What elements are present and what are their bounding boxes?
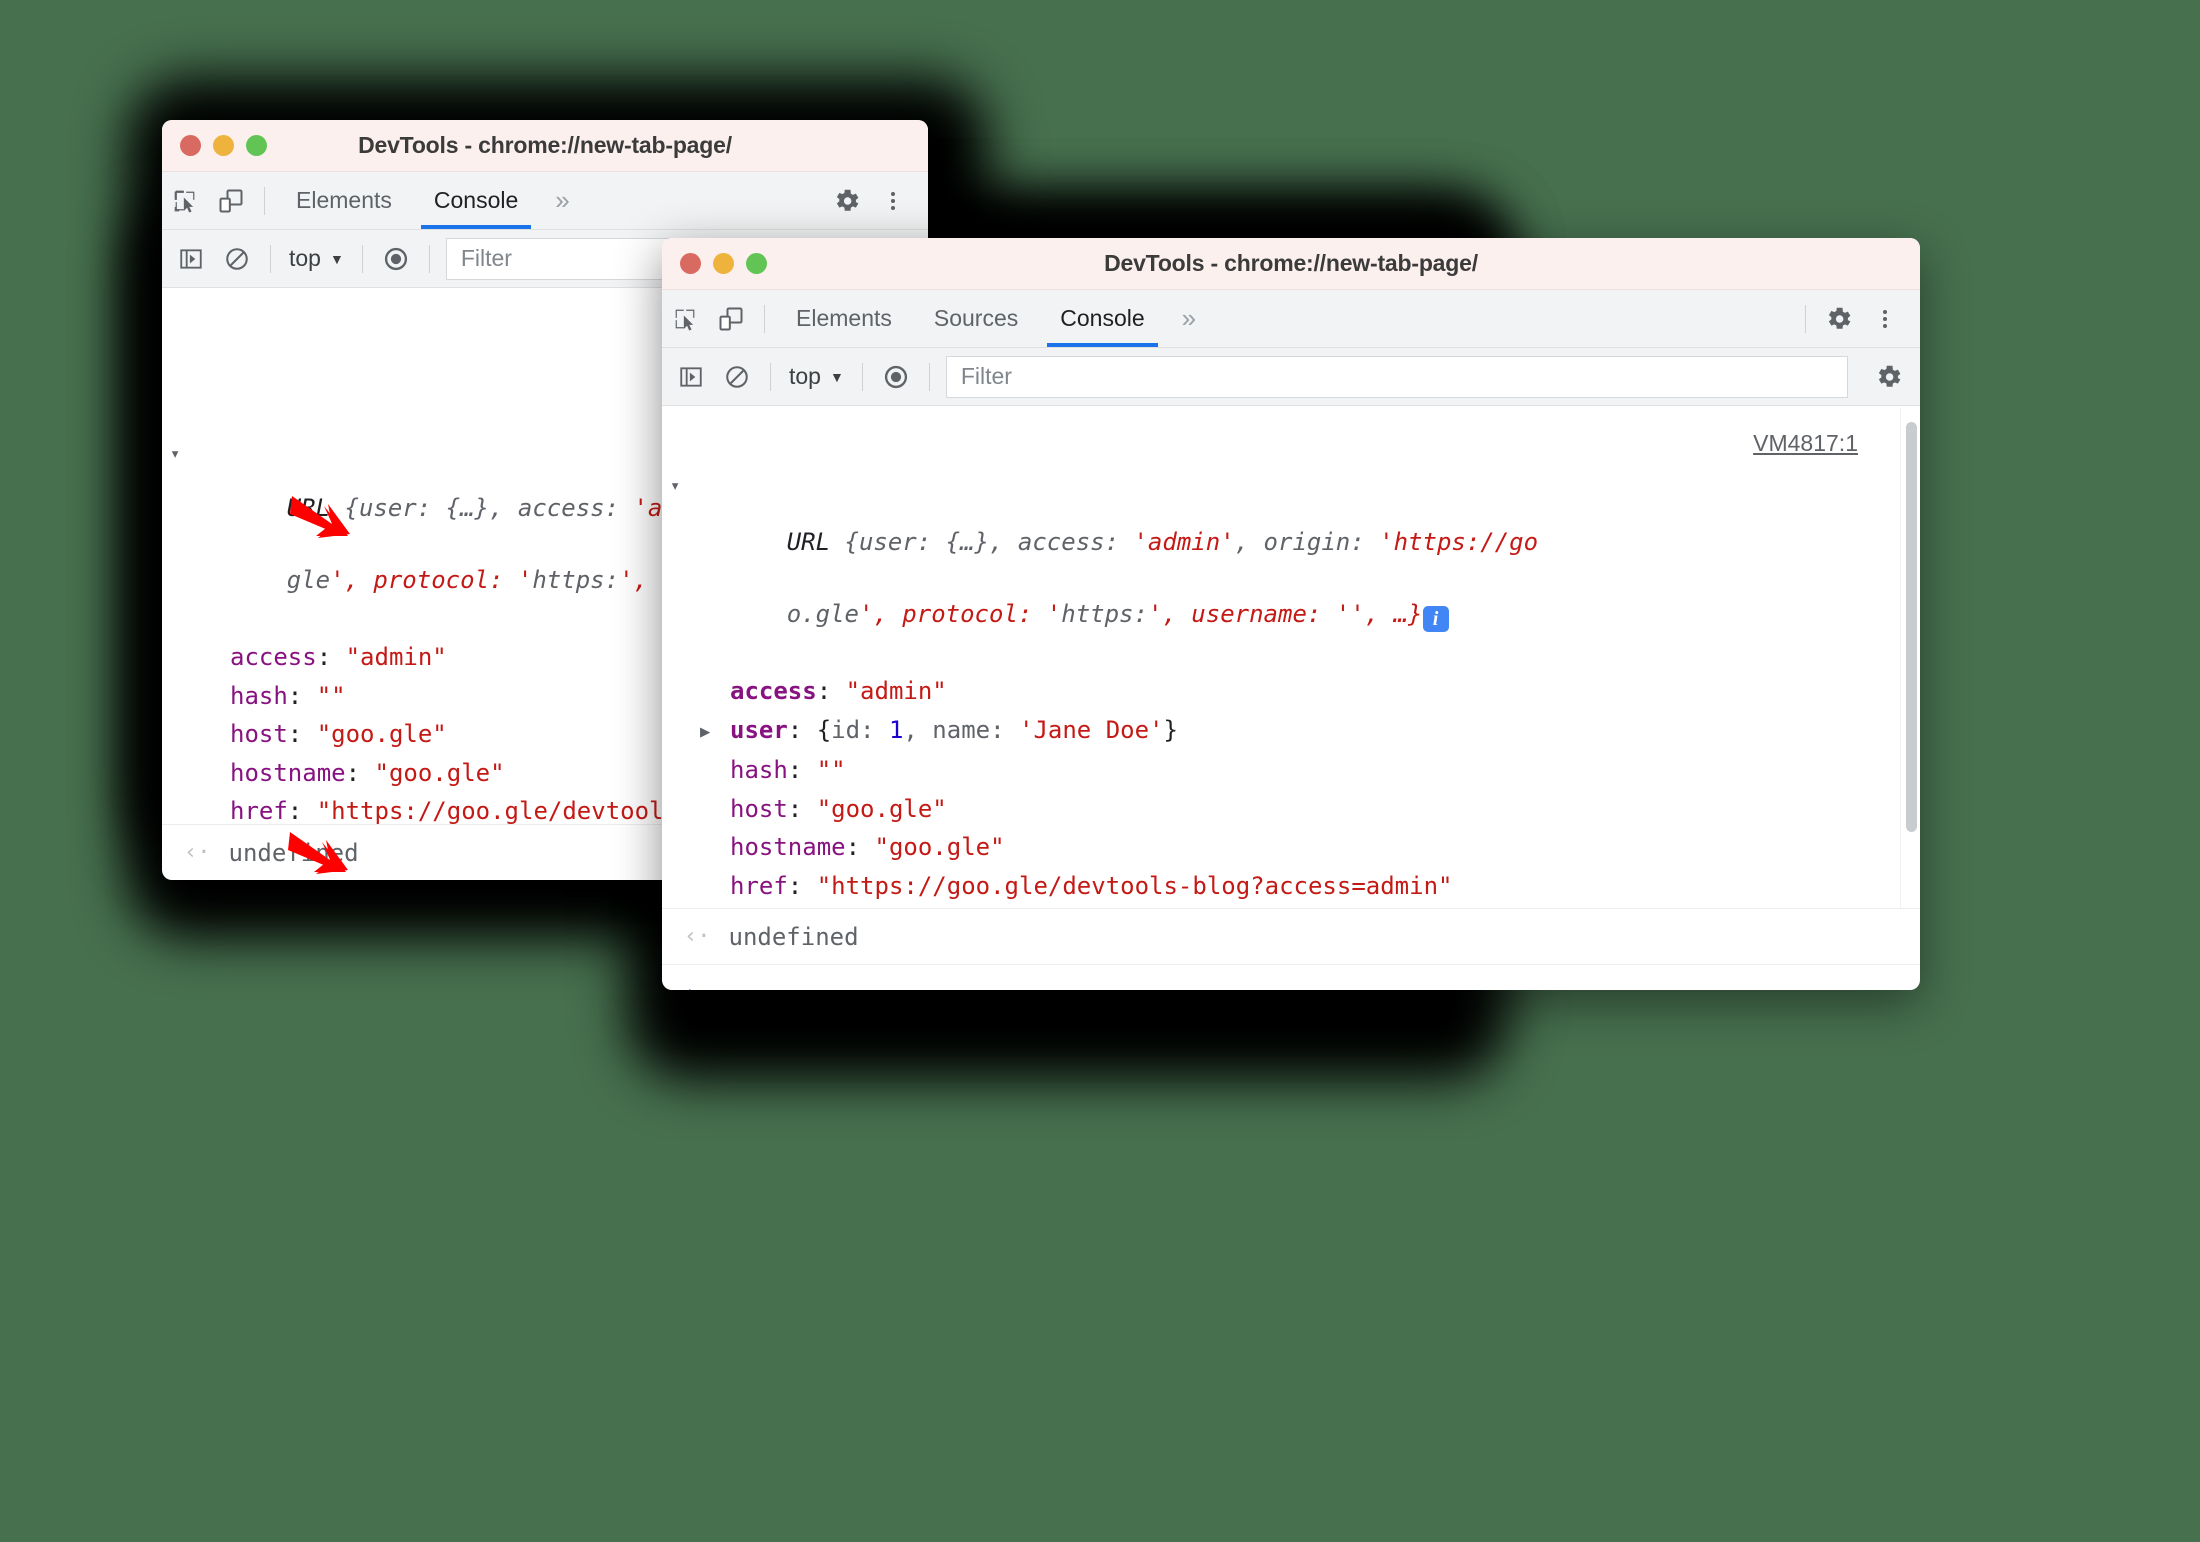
filterbar-divider-2 — [361, 244, 363, 273]
more-tabs-icon[interactable]: » — [1166, 303, 1212, 334]
front-tab-list[interactable]: Elements Sources Console » — [775, 290, 1212, 347]
console-sidebar-icon[interactable] — [668, 354, 714, 400]
property-row: href: "https://goo.gle/devtools-blog?acc… — [730, 871, 1453, 900]
preview-line-2: o.gle', protocol: 'https:', username: ''… — [786, 600, 1423, 628]
maximize-button[interactable] — [746, 253, 767, 274]
back-tabstrip-actions — [824, 178, 928, 224]
front-tabstrip-actions — [1795, 296, 1920, 342]
front-traffic-lights[interactable] — [662, 253, 767, 274]
expand-triangle-icon[interactable]: ▶ — [700, 713, 730, 752]
live-expression-icon[interactable] — [873, 354, 919, 400]
inspect-element-icon[interactable] — [662, 296, 708, 342]
result-arrow-icon: ‹· — [684, 924, 711, 949]
console-sidebar-icon[interactable] — [168, 236, 214, 282]
execution-context-selector[interactable]: top ▼ — [281, 245, 352, 272]
front-scrollbar[interactable] — [1900, 408, 1920, 908]
front-object-preview[interactable]: ▾ URL {user: {…}, access: 'admin', origi… — [662, 452, 1920, 668]
filter-placeholder: Filter — [960, 363, 1012, 389]
result-value: undefined — [728, 922, 859, 951]
tab-label: Console — [1060, 305, 1145, 331]
filter-input[interactable]: Filter — [945, 355, 1848, 398]
filterbar-divider-1 — [770, 362, 771, 391]
live-expression-icon[interactable] — [373, 236, 419, 282]
clear-console-icon[interactable] — [214, 236, 260, 282]
info-icon[interactable]: i — [1422, 606, 1449, 632]
front-window-title: DevTools - chrome://new-tab-page/ — [1104, 250, 1478, 276]
filter-placeholder: Filter — [460, 245, 512, 271]
prompt-caret-icon: › — [684, 979, 700, 991]
red-arrow-user — [288, 832, 348, 874]
devtools-window-after[interactable]: DevTools - chrome://new-tab-page/ Elemen… — [662, 238, 1920, 990]
gear-icon[interactable] — [1816, 296, 1862, 342]
back-tab-list[interactable]: Elements Console » — [275, 172, 586, 229]
red-arrow-access — [290, 496, 350, 538]
inspect-element-icon[interactable] — [162, 178, 208, 224]
device-toolbar-icon[interactable] — [208, 178, 254, 224]
expand-triangle-icon[interactable]: ▾ — [170, 436, 180, 472]
tab-elements[interactable]: Elements — [775, 290, 913, 347]
preview-line-1: URL {user: {…}, access: 'admin', origin:… — [786, 528, 1539, 556]
property-row: access: "admin" — [730, 677, 947, 705]
tab-label: Elements — [796, 305, 892, 331]
tab-elements[interactable]: Elements — [275, 172, 413, 229]
front-titlebar: DevTools - chrome://new-tab-page/ — [662, 238, 1920, 290]
device-toolbar-icon[interactable] — [708, 296, 754, 342]
maximize-button[interactable] — [246, 135, 267, 156]
minimize-button[interactable] — [713, 253, 734, 274]
chevron-down-icon: ▼ — [829, 368, 844, 385]
kebab-menu-icon[interactable] — [1862, 296, 1908, 342]
result-arrow-icon: ‹· — [184, 840, 211, 865]
front-result-row: ‹· undefined — [662, 908, 1920, 964]
toolbar-divider — [764, 304, 765, 333]
front-tabstrip: Elements Sources Console » — [662, 290, 1920, 348]
filterbar-divider-2 — [861, 362, 863, 391]
front-console-filterbar: top ▼ Filter — [662, 348, 1920, 406]
property-row: host: "goo.gle" — [730, 794, 947, 823]
back-window-title: DevTools - chrome://new-tab-page/ — [358, 132, 732, 158]
back-traffic-lights[interactable] — [162, 135, 267, 156]
execution-context-label: top — [789, 363, 821, 389]
toolbar-divider — [264, 186, 265, 215]
tab-label: Console — [433, 187, 519, 213]
gear-icon[interactable] — [824, 178, 870, 224]
close-button[interactable] — [680, 253, 701, 274]
console-settings-icon[interactable] — [1866, 354, 1912, 400]
kebab-menu-icon[interactable] — [870, 178, 916, 224]
expand-triangle-icon[interactable]: ▾ — [670, 468, 680, 504]
minimize-button[interactable] — [213, 135, 234, 156]
property-row[interactable]: ▶ user: {id: 1, name: 'Jane Doe'} — [662, 711, 1920, 752]
tab-console[interactable]: Console — [1039, 290, 1165, 347]
clear-console-icon[interactable] — [714, 354, 760, 400]
chevron-down-icon: ▼ — [329, 250, 344, 267]
actions-divider — [1805, 304, 1806, 333]
front-property-list: access: "admin" ▶ user: {id: 1, name: 'Jan… — [662, 672, 1920, 908]
back-tabstrip: Elements Console » — [162, 172, 928, 230]
close-button[interactable] — [180, 135, 201, 156]
tab-console[interactable]: Console — [413, 172, 539, 229]
filterbar-divider-1 — [270, 244, 271, 273]
filterbar-divider-3 — [928, 362, 930, 391]
property-row: hostname: "goo.gle" — [730, 833, 1005, 861]
more-tabs-icon[interactable]: » — [539, 185, 585, 216]
tab-label: Elements — [296, 187, 392, 213]
tab-label: Sources — [933, 305, 1019, 331]
property-row: hash: "" — [730, 756, 846, 784]
front-console-output[interactable]: VM4817:1 ▾ URL {user: {…}, access: 'admi… — [662, 408, 1920, 908]
front-scroll-thumb[interactable] — [1906, 422, 1917, 832]
tab-sources[interactable]: Sources — [913, 290, 1039, 347]
front-prompt-row[interactable]: › — [662, 964, 1920, 990]
execution-context-selector[interactable]: top ▼ — [781, 363, 852, 390]
filter-input[interactable]: Filter — [445, 237, 673, 280]
back-clipped-log-line: ▾console.log( t1nk ); — [184, 366, 561, 386]
filterbar-divider-3 — [428, 244, 430, 273]
execution-context-label: top — [289, 245, 321, 271]
back-titlebar: DevTools - chrome://new-tab-page/ — [162, 120, 928, 172]
